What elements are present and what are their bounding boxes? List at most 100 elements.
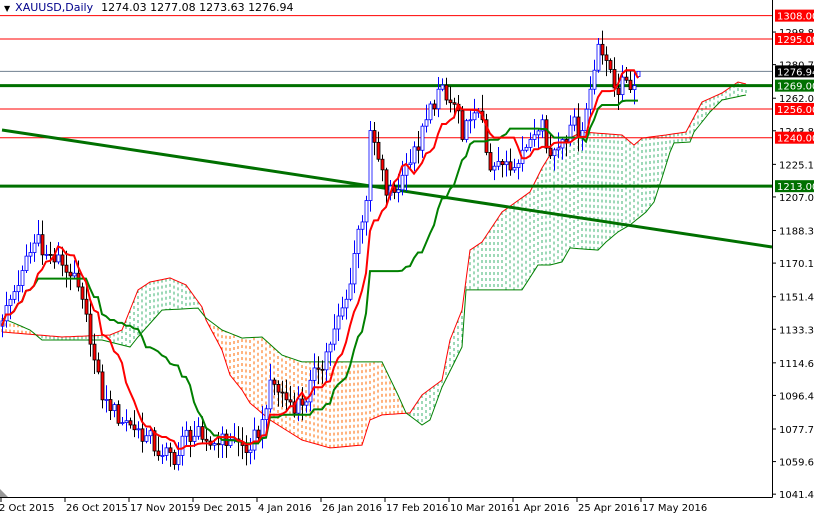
candle (88, 299, 93, 357)
candle (248, 438, 253, 465)
y-tick-label: 1188.30 (779, 227, 814, 238)
candle (504, 150, 509, 177)
candle-body (564, 139, 569, 143)
x-tick-label: 4 Jan 2016 (258, 503, 312, 514)
candle-body (620, 76, 625, 96)
candle (128, 417, 133, 429)
candle (168, 442, 173, 467)
candle (124, 409, 129, 432)
chart-shift-marker[interactable] (0, 489, 8, 497)
candle-body (188, 429, 193, 442)
candle (148, 428, 153, 444)
candle (596, 38, 601, 73)
candle-body (136, 428, 141, 431)
candle-body (616, 87, 621, 96)
candle-body (440, 84, 445, 90)
candle (284, 379, 289, 411)
candle (372, 121, 377, 156)
candle (572, 108, 577, 132)
kijun-sen-line (1, 99, 638, 445)
candle-body (424, 119, 429, 127)
candle-body (420, 125, 425, 151)
candle-body (552, 149, 557, 157)
badge-label: 1269.00 (777, 82, 814, 93)
candle (364, 195, 369, 236)
y-tick-label: 1151.45 (779, 293, 814, 304)
candle-body (24, 255, 29, 271)
candle-body (356, 228, 361, 254)
candle (488, 143, 493, 173)
candle (40, 220, 45, 265)
candle-body (196, 426, 201, 437)
candle-body (512, 167, 517, 171)
candles (0, 30, 641, 471)
price-chart[interactable]: 1298.851280.701262.001243.851225.151207.… (0, 0, 814, 514)
candle-body (428, 103, 433, 121)
candle (192, 420, 197, 448)
candle-body (216, 443, 221, 446)
candle-body (604, 54, 609, 61)
candle (36, 219, 41, 247)
candle (376, 131, 381, 162)
candle (352, 240, 357, 294)
candle (136, 421, 141, 439)
candle-body (400, 174, 405, 191)
candle-body (464, 120, 469, 140)
candle (180, 426, 185, 466)
price-badge-1240.00: 1240.00 (775, 131, 814, 145)
candle-body (532, 134, 537, 140)
candle-body (508, 161, 513, 171)
candle-body (212, 443, 217, 446)
candle-body (172, 452, 177, 465)
candle (460, 105, 465, 142)
candle (276, 380, 281, 407)
y-tick-label: 1077.75 (779, 425, 814, 436)
candle (172, 449, 177, 470)
candle-body (164, 447, 169, 456)
candle-body (68, 271, 73, 277)
y-tick-label: 1059.60 (779, 458, 814, 469)
candle (252, 417, 257, 460)
x-tick-label: 26 Jan 2016 (322, 503, 382, 514)
candle-body (372, 130, 377, 143)
candle-body (124, 420, 129, 423)
dropdown-arrow-icon[interactable]: ▼ (4, 4, 10, 13)
badge-label: 1240.00 (777, 134, 814, 145)
candle-body (544, 119, 549, 149)
candle (80, 282, 85, 309)
candle (620, 65, 625, 103)
candle-body (184, 429, 189, 437)
candle-body (340, 307, 345, 317)
candle-body (516, 163, 521, 169)
candle-body (612, 69, 617, 89)
candle-body (380, 158, 385, 171)
symbol-label: XAUUSD,Daily (15, 1, 94, 14)
candle (444, 77, 449, 105)
candle (368, 121, 373, 212)
candle-body (148, 430, 153, 437)
candle (28, 242, 33, 264)
candle-body (320, 368, 325, 371)
candle-body (96, 359, 101, 373)
candle (556, 132, 561, 159)
candle-body (76, 272, 81, 288)
candle (428, 101, 433, 124)
candle-body (288, 399, 293, 403)
x-axis-ticks: 2 Oct 2015 26 Oct 2015 17 Nov 2015 9 Dec 20… (0, 497, 707, 514)
y-tick-label: 1114.60 (779, 359, 814, 370)
candle (320, 360, 325, 384)
candle (204, 427, 209, 452)
candle (108, 390, 113, 420)
candle-body (492, 165, 497, 171)
candle-body (536, 130, 541, 136)
candle-body (364, 200, 369, 223)
candle (432, 99, 437, 116)
candle-body (436, 88, 441, 110)
candle (420, 123, 425, 158)
candle-body (156, 450, 161, 457)
candle-body (112, 404, 117, 411)
candle (408, 149, 413, 168)
y-tick-label: 1096.45 (779, 391, 814, 402)
x-tick-label: 17 Nov 2015 (130, 503, 194, 514)
candle (272, 377, 277, 396)
